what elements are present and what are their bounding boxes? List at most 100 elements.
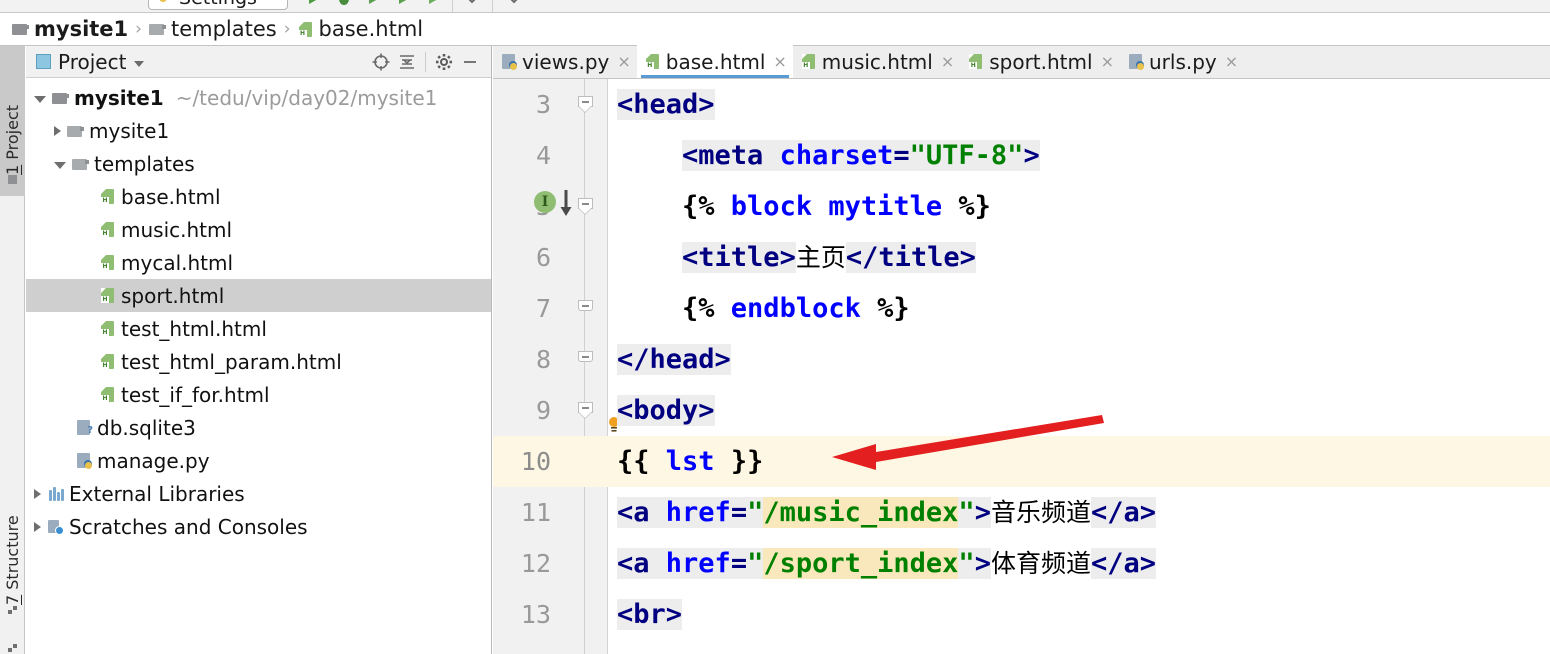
fold-marker-icon[interactable] [578,198,593,216]
tree-row-test-html-param[interactable]: H test_html_param.html [26,345,491,378]
line-number: 7 [535,294,551,323]
tree-row-mysite1-root[interactable]: mysite1 ~/tedu/vip/day02/mysite1 [26,81,491,114]
tree-item-label: mycal.html [121,250,234,275]
chevron-down-icon[interactable] [134,60,145,67]
code-line-9[interactable]: 9 <body> [493,385,1550,436]
tool-tab-structure-label: Structure [3,515,22,595]
tree-row-sport-html[interactable]: H sport.html [26,279,491,312]
attach-icon[interactable] [425,0,443,10]
close-icon[interactable]: × [1225,53,1238,70]
breadcrumb-item-templates[interactable]: templates [148,17,277,41]
tree-item-label: base.html [121,184,221,209]
code-text: <br> [617,599,683,630]
tool-tab-structure[interactable]: 7 Structure [0,456,25,626]
editor-tab-urls-py[interactable]: urls.py × [1120,45,1244,78]
html-file-icon: H [100,188,116,205]
code-text: </head> [617,344,731,375]
editor-tab-views-py[interactable]: views.py × [493,45,637,78]
chevron-right-icon[interactable] [54,125,61,136]
tree-row-test-if-for[interactable]: H test_if_for.html [26,378,491,411]
folder-icon [148,22,166,36]
code-area[interactable]: 3 <head> 4 <meta charset="UTF-8"> 5 I {%… [493,79,1550,654]
override-arrow-icon[interactable] [559,189,573,217]
debug-icon[interactable] [335,0,353,10]
code-line-14[interactable]: 14 [493,640,1550,654]
project-panel-header: Project [26,46,491,78]
minimize-icon[interactable] [457,49,483,75]
tool-tab-project-num: 1 [3,164,22,175]
code-text: <body> [617,395,715,426]
tree-item-path: ~/tedu/vip/day02/mysite1 [175,85,438,110]
project-panel-title: Project [58,49,127,74]
code-text: <head> [617,89,715,120]
tool-tab-project-label: Project [3,104,22,165]
settings-dropdown[interactable]: Settings [148,0,288,10]
fold-marker-icon[interactable] [578,402,593,420]
editor-tab-base-html[interactable]: H base.html × [636,45,793,78]
code-line-13[interactable]: 13 <br> [493,589,1550,640]
fold-marker-icon[interactable] [578,351,593,369]
tree-row-manage-py[interactable]: manage.py [26,444,491,477]
tree-item-label: mysite1 [74,85,164,110]
tree-row-mycal-html[interactable]: H mycal.html [26,246,491,279]
fold-marker-icon[interactable] [578,96,593,114]
tree-row-templates[interactable]: templates [26,147,491,180]
folder-icon [67,124,84,138]
tool-tab-overflow[interactable] [0,634,25,654]
code-line-4[interactable]: 4 <meta charset="UTF-8"> [493,130,1550,181]
editor-tab-label: views.py [522,49,610,74]
html-file-icon: H [100,254,116,271]
locate-in-tree-button[interactable] [368,49,394,75]
toolbar-separator-2 [492,0,493,12]
close-icon[interactable]: × [941,53,954,70]
tree-row-mysite1-pkg[interactable]: mysite1 [26,114,491,147]
chevron-right-icon[interactable] [34,488,41,499]
tree-row-scratches[interactable]: Scratches and Consoles [26,510,491,543]
coverage-icon[interactable] [365,0,383,10]
breadcrumb: mysite1 › templates › H base.html [0,13,1550,46]
editor-tab-sport-html[interactable]: H sport.html × [960,45,1120,78]
sqlite-file-icon: ? [76,419,93,436]
code-line-3[interactable]: 3 <head> [493,79,1550,130]
tree-row-external-libraries[interactable]: External Libraries [26,477,491,510]
code-line-8[interactable]: 8 </head> [493,334,1550,385]
code-line-6[interactable]: 6 <title>主页</title> [493,232,1550,283]
close-icon[interactable]: × [773,53,786,70]
tool-tab-project[interactable]: 1 Project [0,46,25,196]
python-file-icon [76,452,92,469]
breadcrumb-item-file[interactable]: H base.html [298,17,423,41]
tree-item-label: test_html.html [121,316,267,341]
run-icon[interactable] [305,0,323,10]
scratches-icon [47,519,64,535]
python-file-icon [501,53,517,70]
tree-item-label: mysite1 [89,118,170,143]
code-line-5[interactable]: 5 I {% block mytitle %} [493,181,1550,232]
tree-item-label: manage.py [97,448,210,473]
code-line-10[interactable]: 10 {{ lst }} [493,436,1550,487]
code-line-11[interactable]: 11 <a href="/music_index">音乐频道</a> [493,487,1550,538]
breadcrumb-item-project[interactable]: mysite1 [12,17,128,41]
implemented-marker-icon[interactable]: I [534,191,556,213]
code-line-7[interactable]: 7 {% endblock %} [493,283,1550,334]
chevron-right-icon[interactable] [34,521,41,532]
chevron-down-icon[interactable] [463,0,481,10]
chevron-down-icon[interactable] [34,95,46,103]
fold-marker-icon[interactable] [578,300,593,318]
line-number: 6 [535,243,551,272]
project-square-icon [8,175,17,184]
close-icon[interactable]: × [617,53,630,70]
tree-row-db-sqlite3[interactable]: ? db.sqlite3 [26,411,491,444]
settings-dropdown-label: Settings [179,0,257,9]
profile-icon[interactable] [395,0,413,10]
chevron-down-icon[interactable] [54,161,66,169]
close-icon[interactable]: × [1101,53,1114,70]
editor-tab-music-html[interactable]: H music.html × [793,45,960,78]
gear-icon[interactable] [431,49,457,75]
tree-row-music-html[interactable]: H music.html [26,213,491,246]
tree-row-base-html[interactable]: H base.html [26,180,491,213]
collapse-all-button[interactable] [394,49,420,75]
tree-row-test-html[interactable]: H test_html.html [26,312,491,345]
html-file-icon: H [100,353,116,370]
more-icon[interactable] [505,0,523,10]
code-line-12[interactable]: 12 <a href="/sport_index">体育频道</a> [493,538,1550,589]
